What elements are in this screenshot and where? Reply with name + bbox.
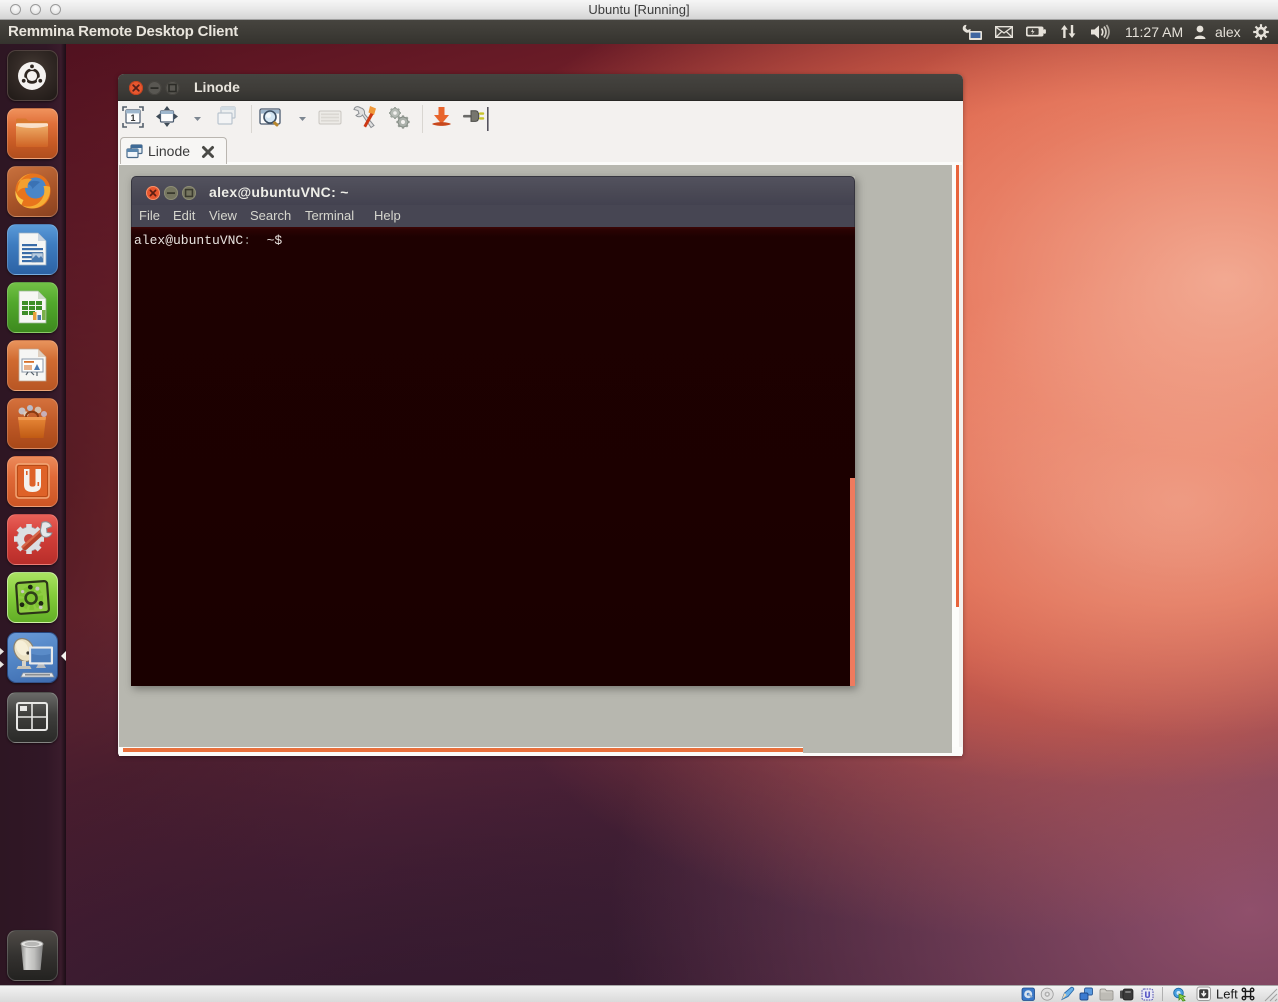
- svg-text:1: 1: [130, 113, 135, 123]
- svg-text:Left: Left: [1216, 987, 1238, 1002]
